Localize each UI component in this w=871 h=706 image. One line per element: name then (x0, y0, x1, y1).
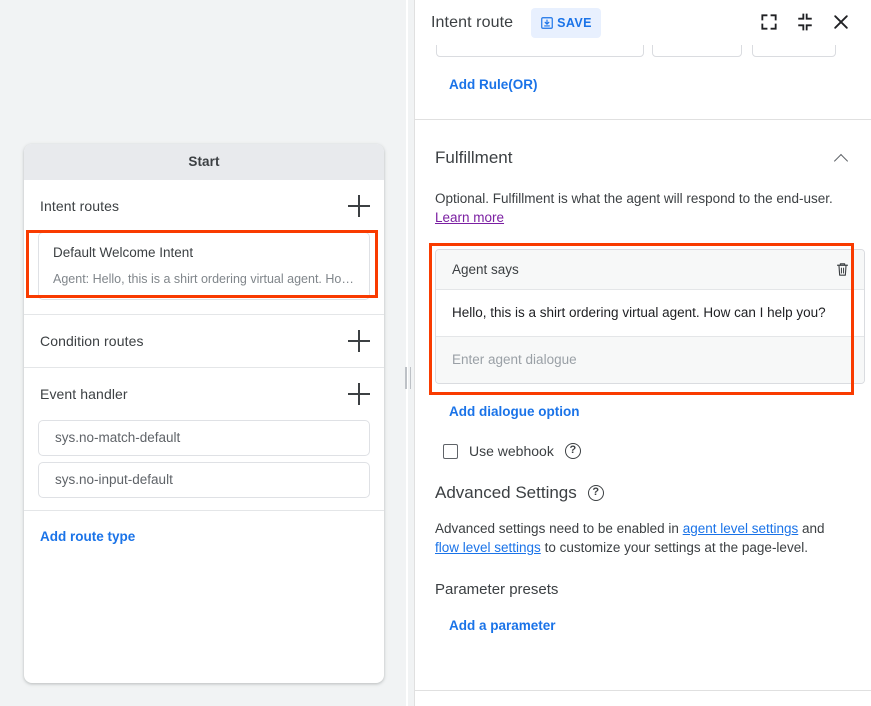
section-intent-routes: Intent routes Default Welcome Intent Age… (24, 180, 384, 315)
page-title: Start (24, 144, 384, 180)
list-item-no-match-default[interactable]: sys.no-match-default (38, 420, 370, 456)
pane-divider (406, 0, 408, 706)
section-title: Condition routes (40, 333, 144, 349)
routes-card: Start Intent routes Default Welcome Inte… (24, 144, 384, 683)
close-icon[interactable] (831, 12, 853, 34)
advanced-settings-header: Advanced Settings ? (415, 459, 871, 503)
add-dialogue-option-button[interactable]: Add dialogue option (415, 384, 871, 419)
list-item-default-welcome-intent[interactable]: Default Welcome Intent Agent: Hello, thi… (38, 232, 370, 300)
section-header-intent-routes: Intent routes (24, 180, 384, 232)
rule-operator-input[interactable] (652, 45, 742, 57)
learn-more-link[interactable]: Learn more (435, 210, 504, 225)
section-event-handler: Event handler sys.no-match-default sys.n… (24, 368, 384, 511)
fulfillment-description-text: Optional. Fulfillment is what the agent … (435, 191, 833, 206)
save-icon (540, 16, 554, 30)
agent-level-settings-link[interactable]: agent level settings (683, 521, 799, 536)
fulfillment-section: Fulfillment Optional. Fulfillment is wha… (415, 120, 871, 459)
help-icon[interactable]: ? (565, 443, 581, 459)
route-subtitle: Agent: Hello, this is a shirt ordering v… (53, 272, 355, 286)
flow-level-settings-link[interactable]: flow level settings (435, 540, 541, 555)
route-name: Default Welcome Intent (53, 245, 355, 260)
agent-says-card: Agent says Hello, this is a shirt orderi… (435, 249, 865, 384)
add-rule-or-button[interactable]: Add Rule(OR) (415, 57, 871, 92)
use-webhook-checkbox[interactable] (443, 444, 458, 459)
agent-says-message[interactable]: Hello, this is a shirt ordering virtual … (436, 290, 864, 337)
fulfillment-header: Fulfillment (415, 120, 871, 168)
advanced-settings-description: Advanced settings need to be enabled in … (415, 503, 871, 557)
rule-inputs-row (415, 45, 871, 57)
section-condition-routes: Condition routes (24, 315, 384, 368)
rule-section: Add Rule(OR) (415, 45, 871, 119)
fullscreen-expand-icon[interactable] (759, 12, 781, 34)
agent-says-label: Agent says (452, 262, 519, 277)
parameter-presets-title: Parameter presets (415, 557, 871, 598)
advanced-desc-part2: and (798, 521, 824, 536)
panel-title: Intent route (431, 14, 513, 32)
save-button[interactable]: SAVE (531, 8, 601, 38)
use-webhook-label: Use webhook (469, 443, 554, 459)
right-pane: Intent route SAVE (414, 0, 871, 706)
left-pane: Start Intent routes Default Welcome Inte… (0, 0, 406, 706)
agent-says-header: Agent says (436, 250, 864, 290)
fulfillment-description: Optional. Fulfillment is what the agent … (415, 168, 871, 227)
chevron-up-icon[interactable] (835, 151, 849, 165)
panel-header: Intent route SAVE (415, 0, 871, 45)
panel-body: Add Rule(OR) Fulfillment Optional. Fulfi… (415, 45, 871, 706)
section-header-event-handler: Event handler (24, 368, 384, 420)
section-header-condition-routes: Condition routes (24, 315, 384, 367)
advanced-settings-title: Advanced Settings (435, 483, 577, 503)
fullscreen-collapse-icon[interactable] (795, 12, 817, 34)
fulfillment-title: Fulfillment (435, 148, 512, 168)
add-route-type-button[interactable]: Add route type (24, 511, 384, 544)
section-title: Event handler (40, 386, 128, 402)
add-a-parameter-button[interactable]: Add a parameter (415, 598, 871, 633)
rule-parameter-input[interactable] (436, 45, 644, 57)
header-actions (759, 12, 859, 34)
section-title: Intent routes (40, 198, 119, 214)
add-event-handler-icon[interactable] (348, 383, 370, 405)
agent-says-wrapper: Agent says Hello, this is a shirt orderi… (435, 249, 865, 384)
add-intent-route-icon[interactable] (348, 195, 370, 217)
add-condition-route-icon[interactable] (348, 330, 370, 352)
trash-icon[interactable] (834, 261, 851, 278)
save-button-label: SAVE (557, 16, 592, 30)
bottom-divider (415, 690, 871, 691)
agent-dialogue-input[interactable]: Enter agent dialogue (436, 337, 864, 383)
advanced-desc-part1: Advanced settings need to be enabled in (435, 521, 683, 536)
advanced-desc-part3: to customize your settings at the page-l… (541, 540, 808, 555)
drag-handle-icon[interactable] (403, 367, 413, 389)
list-item-no-input-default[interactable]: sys.no-input-default (38, 462, 370, 498)
help-icon[interactable]: ? (588, 485, 604, 501)
intent-route-list: Default Welcome Intent Agent: Hello, thi… (24, 232, 384, 314)
rule-value-input[interactable] (752, 45, 836, 57)
use-webhook-row: Use webhook ? (415, 419, 871, 459)
event-handler-list: sys.no-match-default sys.no-input-defaul… (24, 420, 384, 510)
app-root: Start Intent routes Default Welcome Inte… (0, 0, 871, 706)
